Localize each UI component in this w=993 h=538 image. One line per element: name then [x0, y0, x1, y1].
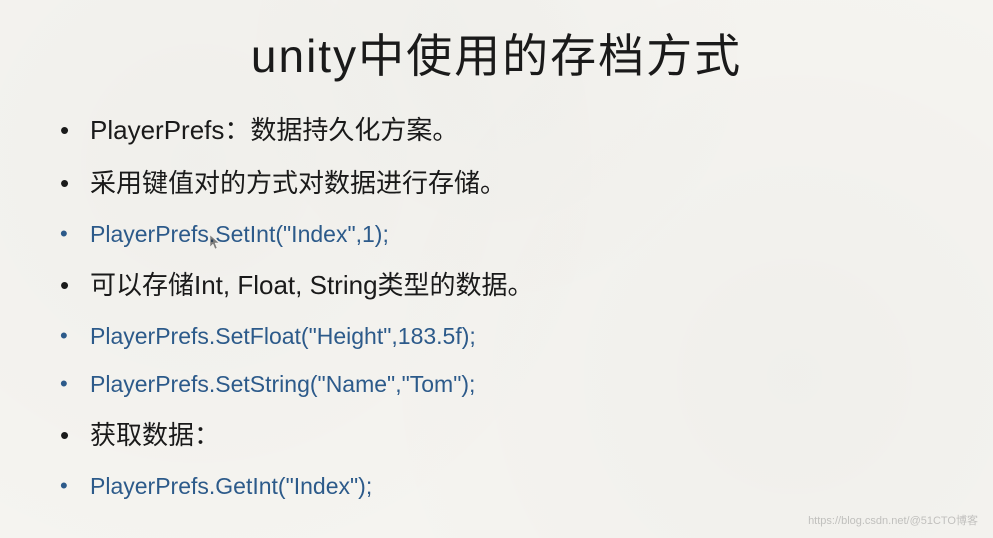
bullet-list: PlayerPrefs：数据持久化方案。 采用键值对的方式对数据进行存储。 Pl… — [40, 111, 953, 503]
bullet-item-datatypes-desc: 可以存储Int, Float, String类型的数据。 — [60, 266, 953, 305]
bullet-item-getint-code: PlayerPrefs.GetInt("Index"); — [60, 469, 953, 504]
bullet-item-setstring-code: PlayerPrefs.SetString("Name","Tom"); — [60, 367, 953, 402]
slide-title: unity中使用的存档方式 — [40, 20, 953, 86]
cursor-icon — [210, 235, 222, 251]
watermark: https://blog.csdn.net/@51CTO博客 — [808, 512, 978, 528]
bullet-item-setfloat-code: PlayerPrefs.SetFloat("Height",183.5f); — [60, 319, 953, 354]
bullet-item-setint-code: PlayerPrefs.SetInt("Index",1); — [60, 217, 953, 252]
bullet-item-playerprefs-desc: PlayerPrefs：数据持久化方案。 — [60, 111, 953, 150]
bullet-item-keyvalue-desc: 采用键值对的方式对数据进行存储。 — [60, 164, 953, 203]
bullet-item-getdata-desc: 获取数据： — [60, 416, 953, 455]
